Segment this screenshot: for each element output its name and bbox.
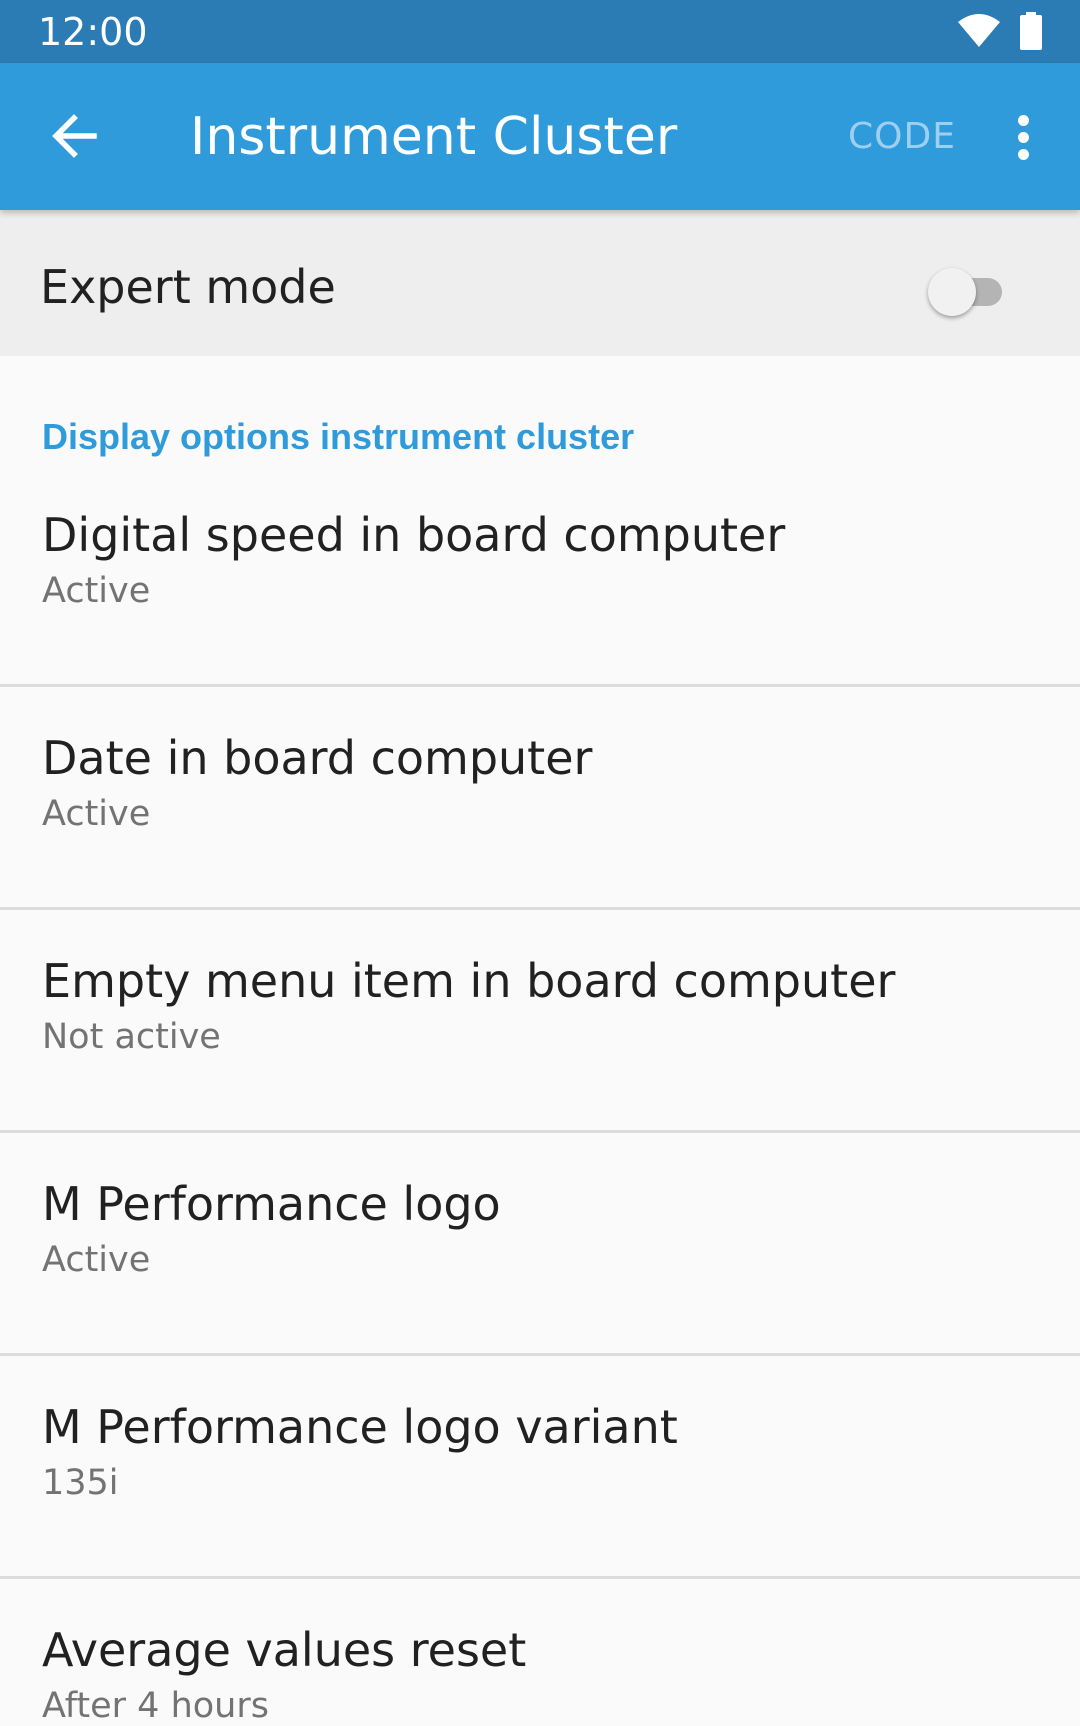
preference-title: Empty menu item in board computer (42, 954, 896, 1008)
preference-item[interactable]: M Performance logo Active (0, 1134, 1080, 1356)
page-title: Instrument Cluster (190, 107, 678, 167)
preference-title: M Performance logo variant (42, 1400, 678, 1454)
wifi-icon (958, 14, 1000, 47)
preference-summary: Active (42, 571, 151, 611)
preference-summary: Not active (42, 1017, 221, 1057)
preference-title: M Performance logo (42, 1177, 501, 1231)
arrow-back-icon (52, 114, 97, 158)
preference-item[interactable]: Digital speed in board computer Active (0, 465, 1080, 687)
switch-thumb (928, 268, 976, 316)
preference-item[interactable]: Average values reset After 4 hours (0, 1580, 1080, 1726)
expert-mode-switch[interactable] (926, 262, 1012, 318)
preference-summary: 135i (42, 1463, 119, 1503)
back-button[interactable] (42, 103, 108, 169)
preference-summary: Active (42, 794, 151, 834)
status-time: 12:00 (38, 10, 148, 54)
preference-item[interactable]: M Performance logo variant 135i (0, 1357, 1080, 1579)
preference-title: Date in board computer (42, 731, 593, 785)
app-bar: Instrument Cluster CODE (0, 63, 1080, 210)
code-button[interactable]: CODE (848, 115, 956, 159)
expert-mode-label: Expert mode (40, 260, 336, 314)
preference-item[interactable]: Date in board computer Active (0, 688, 1080, 910)
expert-mode-row[interactable]: Expert mode (0, 210, 1080, 356)
preference-item[interactable]: Empty menu item in board computer Not ac… (0, 911, 1080, 1133)
preference-summary: Active (42, 1240, 151, 1280)
preference-summary: After 4 hours (42, 1686, 269, 1726)
section-header: Display options instrument cluster (42, 416, 635, 457)
preference-title: Digital speed in board computer (42, 508, 786, 562)
more-options-button[interactable] (1000, 107, 1046, 167)
preference-title: Average values reset (42, 1623, 527, 1677)
battery-icon (1020, 12, 1042, 50)
status-bar: 12:00 (0, 0, 1080, 63)
